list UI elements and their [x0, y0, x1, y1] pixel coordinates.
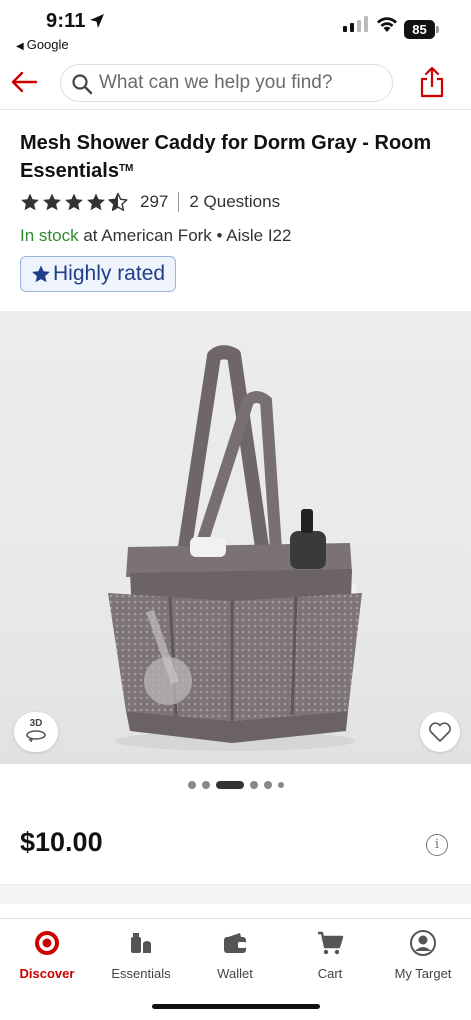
essentials-icon [131, 933, 151, 953]
price: $10.00 [20, 827, 103, 857]
tab-essentials[interactable]: Essentials [96, 929, 186, 981]
section-divider [0, 884, 471, 904]
target-logo-icon [35, 931, 59, 955]
trademark-mark: TM [118, 163, 134, 174]
favorite-button[interactable] [420, 712, 460, 752]
share-icon[interactable] [419, 66, 445, 98]
tab-label: My Target [394, 966, 452, 981]
tab-my-target[interactable]: My Target [378, 929, 468, 981]
divider [178, 192, 180, 212]
carousel-dot[interactable] [187, 781, 196, 789]
back-triangle-icon: ◀ [16, 41, 24, 52]
store-aisle: at American Fork • Aisle I22 [78, 226, 292, 245]
search-bar[interactable] [60, 64, 393, 102]
tab-label: Essentials [111, 966, 171, 981]
star-full-icon [43, 193, 61, 211]
search-icon [72, 74, 93, 95]
view-3d-button[interactable]: 3D [14, 712, 58, 752]
tab-label: Wallet [217, 966, 253, 981]
star-half-icon [108, 192, 128, 211]
carousel-dot[interactable] [277, 782, 284, 788]
tab-wallet[interactable]: Wallet [190, 929, 280, 981]
star-full-icon [21, 193, 39, 211]
product-title: Mesh Shower Caddy for Dorm Gray - Room E… [20, 130, 460, 184]
wallet-icon [224, 933, 246, 953]
back-to-app-link[interactable]: ◀ Google [16, 37, 69, 52]
carousel-dots[interactable] [0, 780, 471, 790]
product-page: 9:11 ◀ Google 85 What can we help you fi… [0, 0, 471, 1020]
search-input[interactable] [99, 69, 389, 97]
status-time: 9:11 [46, 10, 86, 32]
account-icon [410, 930, 436, 956]
battery-level: 85 [404, 20, 435, 39]
in-stock-label: In stock [20, 226, 79, 245]
price-info-icon[interactable]: i [426, 834, 448, 856]
cart-icon [318, 931, 344, 955]
search-header [0, 58, 471, 110]
star-full-icon [65, 193, 83, 211]
carousel-dot[interactable] [201, 781, 210, 789]
tab-cart[interactable]: Cart [285, 929, 375, 981]
tab-label: Discover [19, 966, 75, 981]
questions-link[interactable]: 2 Questions [189, 192, 280, 212]
product-image [108, 345, 362, 751]
cellular-signal-icon [343, 16, 368, 32]
product-image-carousel[interactable]: 3D [0, 311, 471, 764]
status-bar: 9:11 ◀ Google 85 [0, 0, 471, 58]
tab-discover[interactable]: Discover [2, 929, 92, 981]
stock-status[interactable]: In stock at American Fork • Aisle I22 [20, 226, 291, 246]
star-rating [20, 192, 128, 212]
rotate-3d-icon [26, 730, 46, 743]
review-count[interactable]: 297 [140, 192, 168, 212]
wifi-icon [377, 17, 397, 32]
highly-rated-badge: Highly rated [20, 256, 177, 292]
heart-icon [429, 722, 451, 742]
star-badge-icon [32, 265, 50, 283]
battery-cap [436, 26, 439, 33]
carousel-dot[interactable] [249, 781, 258, 789]
star-full-icon [87, 193, 105, 211]
battery-indicator: 85 [404, 20, 440, 39]
back-arrow-icon[interactable] [10, 68, 38, 96]
carousel-dot[interactable] [263, 781, 272, 789]
carousel-dot-active[interactable] [215, 781, 244, 789]
product-title-text: Mesh Shower Caddy for Dorm Gray - Room E… [20, 132, 432, 182]
rating-row[interactable]: 297 2 Questions [20, 191, 280, 213]
tab-label: Cart [317, 966, 343, 981]
home-indicator[interactable] [152, 1004, 320, 1009]
location-arrow-icon [90, 14, 104, 28]
back-app-label: Google [26, 37, 69, 52]
badge-label: Highly rated [53, 262, 166, 285]
